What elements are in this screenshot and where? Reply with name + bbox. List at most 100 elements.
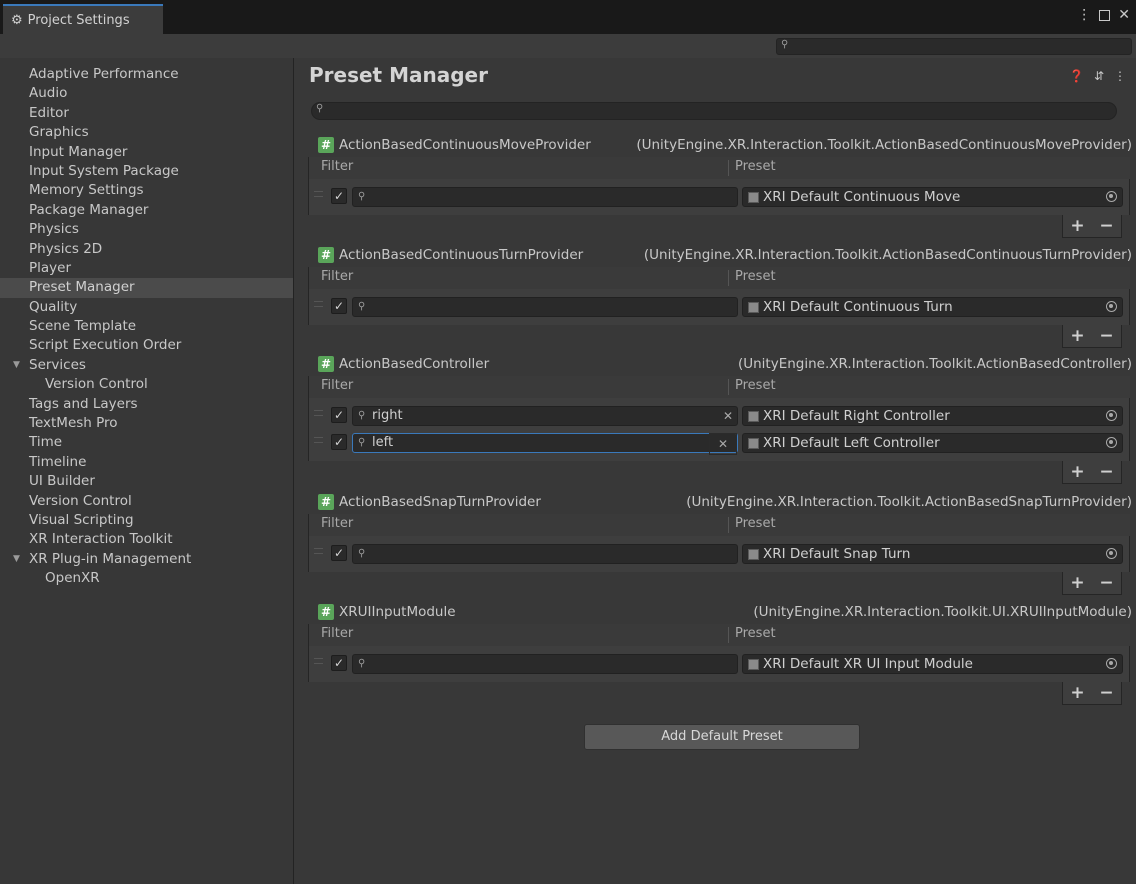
sidebar-item[interactable]: Version Control [0,492,293,511]
search-icon: ⚲ [316,103,324,114]
filter-input[interactable]: ⚲ [352,297,738,317]
preset-object-field[interactable]: XRI Default Left Controller [742,433,1123,453]
sidebar-item[interactable]: Version Control [0,375,293,394]
sidebar-item[interactable]: OpenXR [0,569,293,588]
preset-object-field[interactable]: XRI Default Right Controller [742,406,1123,426]
sidebar-item[interactable]: Physics 2D [0,240,293,259]
sidebar-item-label: UI Builder [29,473,95,490]
object-picker-icon[interactable] [1106,658,1117,669]
add-row-icon[interactable]: + [1070,573,1084,593]
search-icon: ⚲ [358,191,366,202]
close-icon[interactable]: ✕ [1118,8,1130,24]
sidebar-item[interactable]: Audio [0,84,293,103]
enabled-checkbox[interactable]: ✓ [331,407,347,423]
object-picker-icon[interactable] [1106,410,1117,421]
enabled-checkbox[interactable]: ✓ [331,545,347,561]
sidebar-item[interactable]: ▼ Services [0,356,293,375]
object-picker-icon[interactable] [1106,437,1117,448]
sidebar-item[interactable]: Script Execution Order [0,336,293,355]
column-divider[interactable] [728,627,729,643]
drag-handle-icon[interactable] [314,301,323,307]
preset-search-input[interactable]: ⚲ [311,102,1117,120]
clear-filter-icon[interactable]: ✕ [709,433,737,455]
add-row-icon[interactable]: + [1070,462,1084,482]
sidebar-item[interactable]: Visual Scripting [0,511,293,530]
expand-triangle-icon[interactable]: ▼ [13,356,20,375]
sidebar-item[interactable]: Tags and Layers [0,395,293,414]
sidebar-item[interactable]: TextMesh Pro [0,414,293,433]
object-picker-icon[interactable] [1106,191,1117,202]
sidebar-item[interactable]: Memory Settings [0,181,293,200]
column-divider[interactable] [728,379,729,395]
tab-project-settings[interactable]: ⚙ Project Settings [3,4,163,34]
remove-row-icon[interactable]: − [1099,462,1113,482]
settings-search-input[interactable]: ⚲ [776,38,1132,55]
filter-input[interactable]: ⚲ [352,544,738,564]
preset-group: # ActionBasedSnapTurnProvider (UnityEngine… [308,492,1132,598]
remove-row-icon[interactable]: − [1099,683,1113,703]
remove-row-icon[interactable]: − [1099,326,1113,346]
preset-object-field[interactable]: XRI Default Continuous Turn [742,297,1123,317]
enabled-checkbox[interactable]: ✓ [331,434,347,450]
sidebar-item[interactable]: ▼ XR Plug-in Management [0,550,293,569]
sidebar-item[interactable]: Input System Package [0,162,293,181]
sidebar-item[interactable]: Package Manager [0,201,293,220]
add-default-preset-button[interactable]: Add Default Preset [584,724,860,750]
remove-row-icon[interactable]: − [1099,573,1113,593]
enabled-checkbox[interactable]: ✓ [331,655,347,671]
preset-name: XRI Default Right Controller [763,408,950,424]
filter-input[interactable]: ⚲ [352,187,738,207]
sidebar-item[interactable]: Scene Template [0,317,293,336]
script-icon: # [318,356,334,372]
drag-handle-icon[interactable] [314,658,323,664]
script-icon: # [318,137,334,153]
sidebar-item[interactable]: Quality [0,298,293,317]
preset-icon[interactable]: ⇵ [1094,69,1104,83]
add-row-icon[interactable]: + [1070,683,1084,703]
sidebar-item[interactable]: Editor [0,104,293,123]
drag-handle-icon[interactable] [314,437,323,443]
sidebar-item[interactable]: Player [0,259,293,278]
sidebar-item[interactable]: Time [0,433,293,452]
more-menu-icon[interactable]: ⋮ [1077,8,1091,24]
sidebar-item[interactable]: Graphics [0,123,293,142]
sidebar-item[interactable]: Timeline [0,453,293,472]
column-divider[interactable] [728,160,729,176]
preset-object-field[interactable]: XRI Default Continuous Move [742,187,1123,207]
maximize-icon[interactable] [1099,8,1111,24]
remove-row-icon[interactable]: − [1099,216,1113,236]
sidebar-item[interactable]: XR Interaction Toolkit [0,530,293,549]
add-row-icon[interactable]: + [1070,216,1084,236]
preset-group-header: # XRUIInputModule (UnityEngine.XR.Interact… [308,602,1132,624]
help-icon[interactable]: ❓ [1069,69,1084,83]
more-menu-icon[interactable]: ⋮ [1114,69,1126,83]
preset-object-field[interactable]: XRI Default XR UI Input Module [742,654,1123,674]
sidebar-item[interactable]: Input Manager [0,143,293,162]
preset-object-field[interactable]: XRI Default Snap Turn [742,544,1123,564]
sidebar-item[interactable]: Adaptive Performance [0,65,293,84]
preset-type-name: ActionBasedController [339,356,490,372]
add-row-icon[interactable]: + [1070,326,1084,346]
enabled-checkbox[interactable]: ✓ [331,188,347,204]
drag-handle-icon[interactable] [314,410,323,416]
filter-input[interactable]: ⚲ [352,654,738,674]
column-divider[interactable] [728,517,729,533]
window-controls: ⋮ ✕ [1077,8,1130,24]
sidebar-item[interactable]: Physics [0,220,293,239]
drag-handle-icon[interactable] [314,548,323,554]
search-icon: ⚲ [781,39,789,50]
sidebar-item-label: Version Control [45,376,148,393]
sidebar-item[interactable]: UI Builder [0,472,293,491]
expand-triangle-icon[interactable]: ▼ [13,550,20,569]
drag-handle-icon[interactable] [314,191,323,197]
add-remove-controls: + − [1062,215,1122,238]
filter-input[interactable]: ⚲ left [352,433,738,453]
object-picker-icon[interactable] [1106,548,1117,559]
preset-row: ✓ ⚲ XRI Default XR UI Input Module [309,651,1129,678]
clear-filter-icon[interactable]: ✕ [723,406,733,426]
sidebar-item[interactable]: Preset Manager [0,278,293,298]
column-divider[interactable] [728,270,729,286]
enabled-checkbox[interactable]: ✓ [331,298,347,314]
object-picker-icon[interactable] [1106,301,1117,312]
filter-input[interactable]: ⚲ right [352,406,738,426]
